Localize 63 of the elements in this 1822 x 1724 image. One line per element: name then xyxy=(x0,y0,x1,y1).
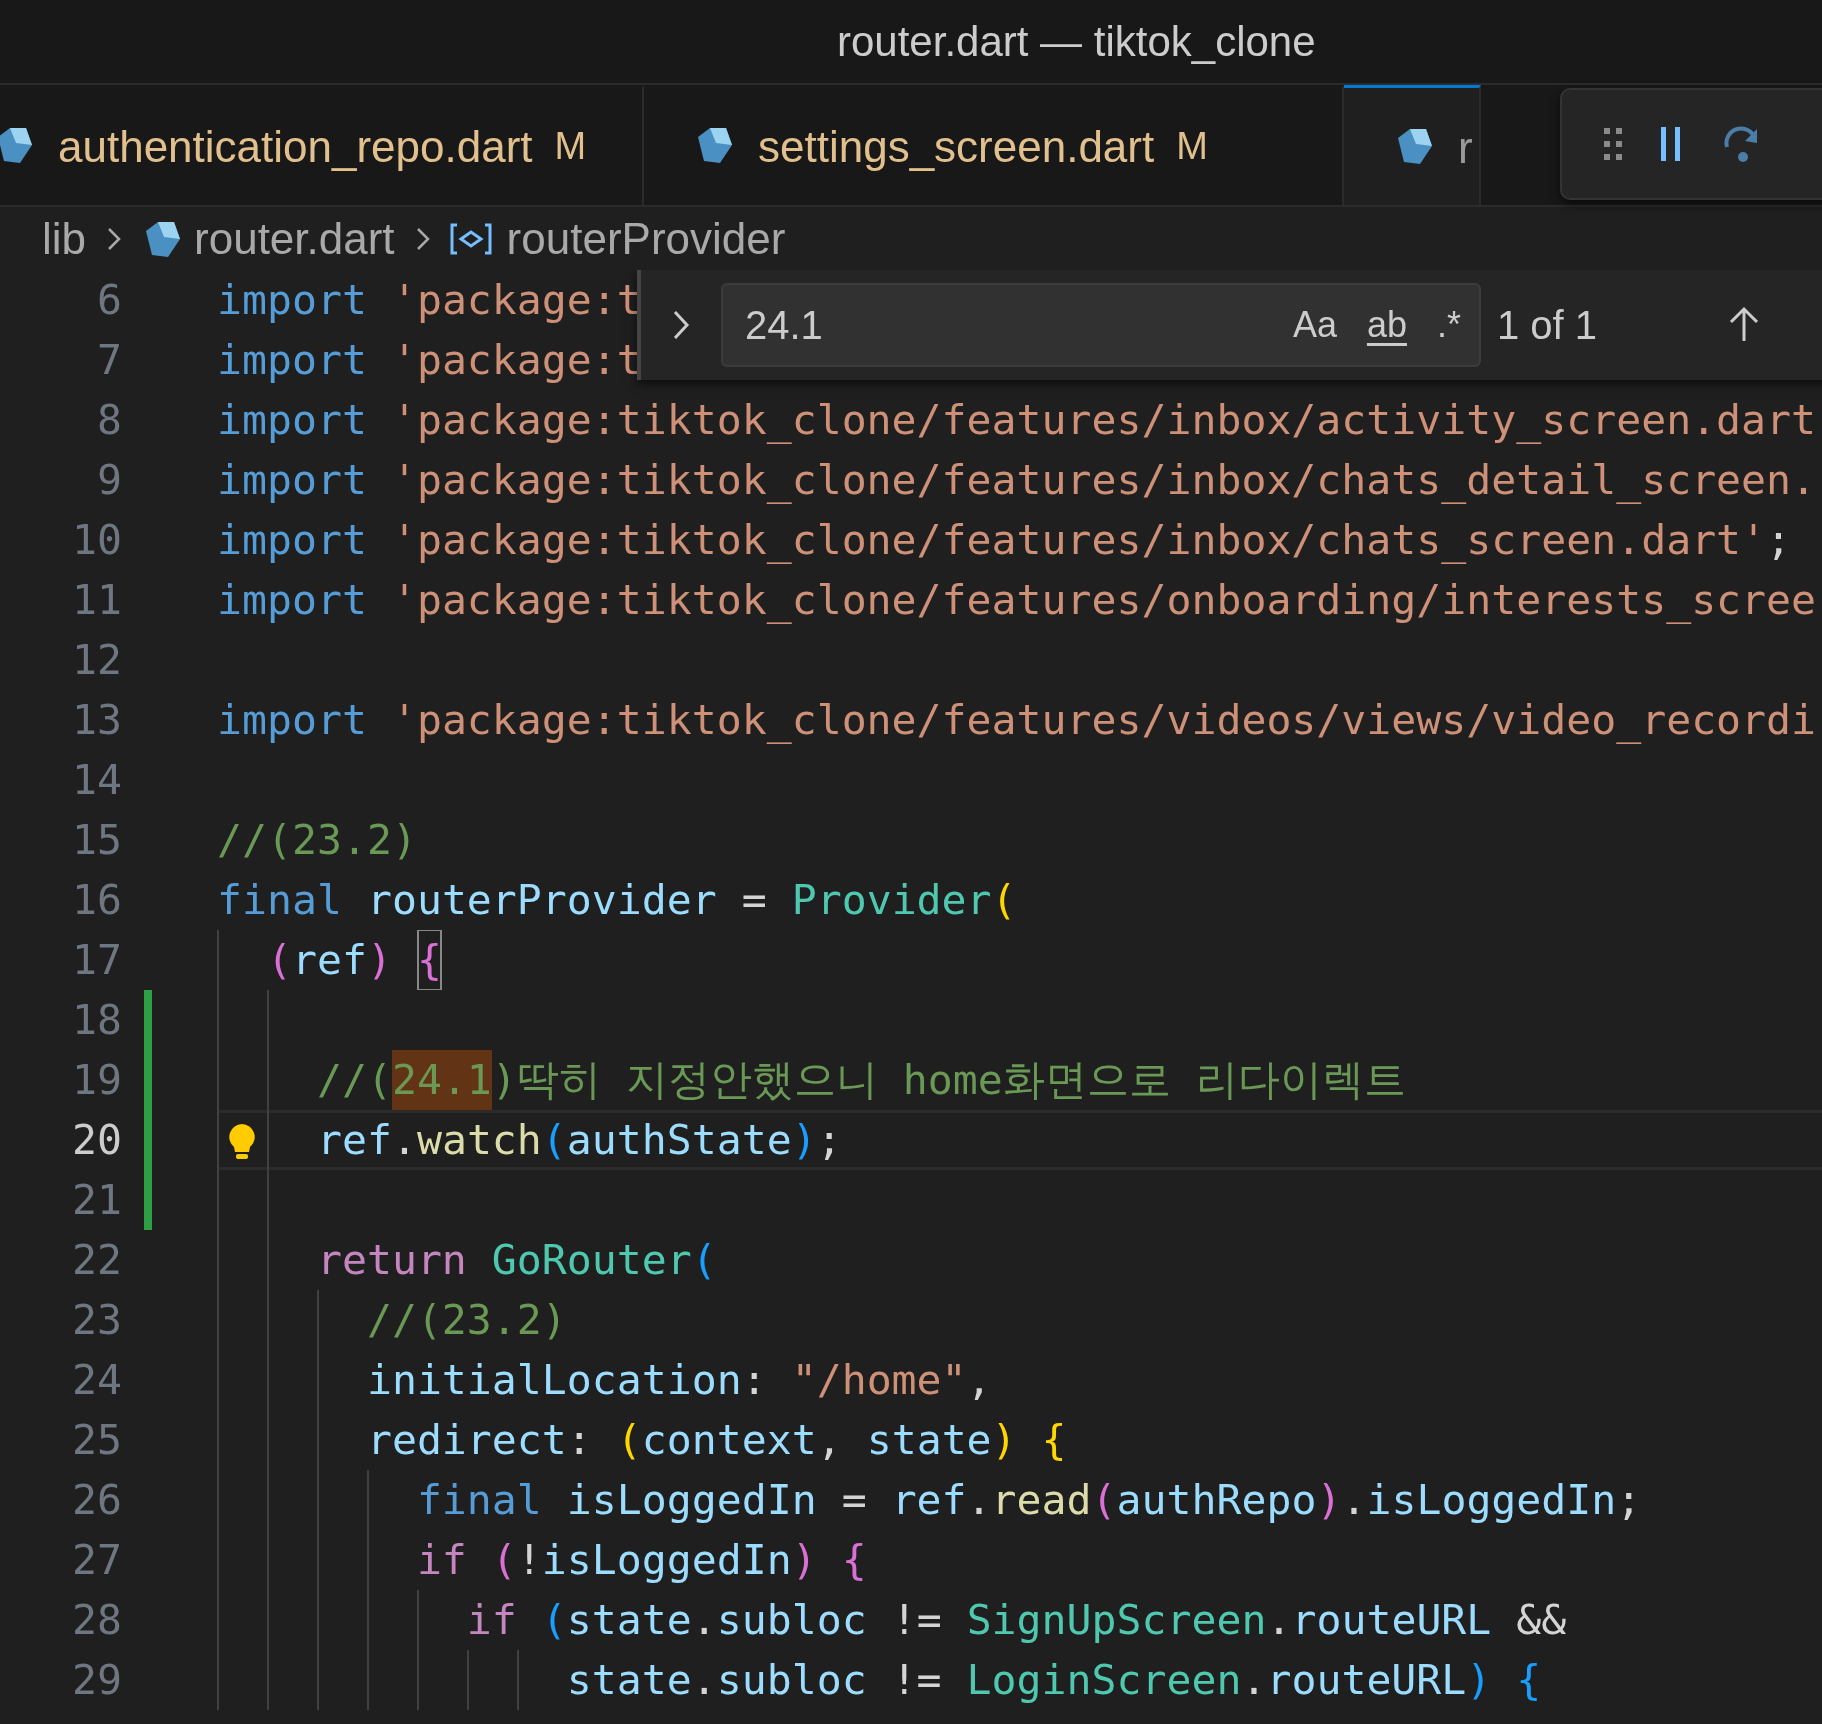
tab-label: settings_screen.dart xyxy=(758,120,1155,173)
code-line: redirect: (context, state) { xyxy=(217,1410,1067,1470)
line-number: 10 xyxy=(71,513,122,566)
modified-label: M xyxy=(1176,124,1208,169)
code-line: import 'package:t xyxy=(217,333,642,386)
tab-label: authentication_repo.dart xyxy=(58,120,533,173)
find-option-toggle[interactable]: ab xyxy=(1362,298,1411,352)
line-number: 26 xyxy=(71,1473,122,1526)
line-number: 18 xyxy=(71,993,122,1046)
match-count: 1 of 1 xyxy=(1497,302,1598,349)
find-option-toggle[interactable]: .* xyxy=(1433,298,1465,352)
line-number: 20 xyxy=(71,1113,122,1166)
editor-tab[interactable]: authentication_repo.dart M xyxy=(0,85,644,205)
breadcrumb-item[interactable]: router.dart xyxy=(194,205,395,272)
code-line: return GoRouter( xyxy=(217,1230,717,1290)
line-number: 25 xyxy=(71,1413,122,1466)
chevron-right-icon xyxy=(671,308,691,342)
line-number: 11 xyxy=(71,573,122,626)
gripper-icon[interactable] xyxy=(1602,126,1624,162)
code-line: state.subloc != LoginScreen.routeURL) { xyxy=(217,1650,1542,1710)
line-number: 6 xyxy=(96,273,122,326)
line-number: 17 xyxy=(71,933,122,986)
tab-label: r xyxy=(1458,121,1473,174)
line-number: 29 xyxy=(71,1653,122,1706)
pause-icon xyxy=(1658,125,1683,163)
line-number: 9 xyxy=(96,453,122,506)
breadcrumb-item[interactable]: routerProvider xyxy=(506,205,786,272)
lightbulb-icon[interactable] xyxy=(227,1122,257,1160)
line-number: 15 xyxy=(71,813,122,866)
code-line: import 'package:t xyxy=(217,273,642,326)
code-line: //(24.1)딱히 지정안했으니 home화면으로 리다이렉트 xyxy=(217,1050,1406,1110)
code-line: final isLoggedIn = ref.read(authRepo).isLoggedIn; xyxy=(217,1470,1642,1530)
modified-label: M xyxy=(554,124,587,169)
line-number: 19 xyxy=(71,1053,122,1106)
code-line: import 'package:tiktok_clone/features/inbox/chats_detail_screen. xyxy=(217,453,1817,506)
line-number: 8 xyxy=(96,393,122,446)
line-number: 13 xyxy=(71,693,122,746)
line-number: 12 xyxy=(71,633,122,686)
code-line: import 'package:tiktok_clone/features/inbox/chats_screen.dart'; xyxy=(217,513,1792,566)
line-number: 23 xyxy=(71,1293,122,1346)
code-line: if (state.subloc != SignUpScreen.routeURL && xyxy=(217,1590,1567,1650)
line-number: 7 xyxy=(96,333,122,386)
line-number: 16 xyxy=(71,873,122,926)
code-line: //(23.2) xyxy=(217,1290,567,1350)
line-number: 21 xyxy=(71,1173,122,1226)
editor-tab[interactable]: r xyxy=(1344,85,1481,205)
line-number: 28 xyxy=(71,1593,122,1646)
code-line: import 'package:tiktok_clone/features/videos/views/video_recordi xyxy=(217,693,1817,746)
find-input[interactable]: 24.1 Aa ab .* xyxy=(721,283,1481,367)
code-line: initialLocation: "/home", xyxy=(217,1350,992,1410)
line-number: 14 xyxy=(71,753,122,806)
window-title: router.dart — tiktok_clone xyxy=(837,17,1316,67)
breadcrumb-item[interactable]: lib xyxy=(42,205,87,272)
line-number: 24 xyxy=(71,1353,122,1406)
code-line: if (!isLoggedIn) { xyxy=(217,1530,867,1590)
find-option-toggle[interactable]: Aa xyxy=(1288,298,1341,352)
line-number: 27 xyxy=(71,1533,122,1586)
code-line: //(23.2) xyxy=(217,813,417,866)
code-line: (ref) { xyxy=(217,930,442,990)
code-line: final routerProvider = Provider( xyxy=(217,873,1017,926)
code-line: import 'package:tiktok_clone/features/inbox/activity_screen.dart xyxy=(217,393,1817,446)
code-line: import 'package:tiktok_clone/features/onboarding/interests_scree xyxy=(217,573,1817,626)
line-number: 22 xyxy=(71,1233,122,1286)
